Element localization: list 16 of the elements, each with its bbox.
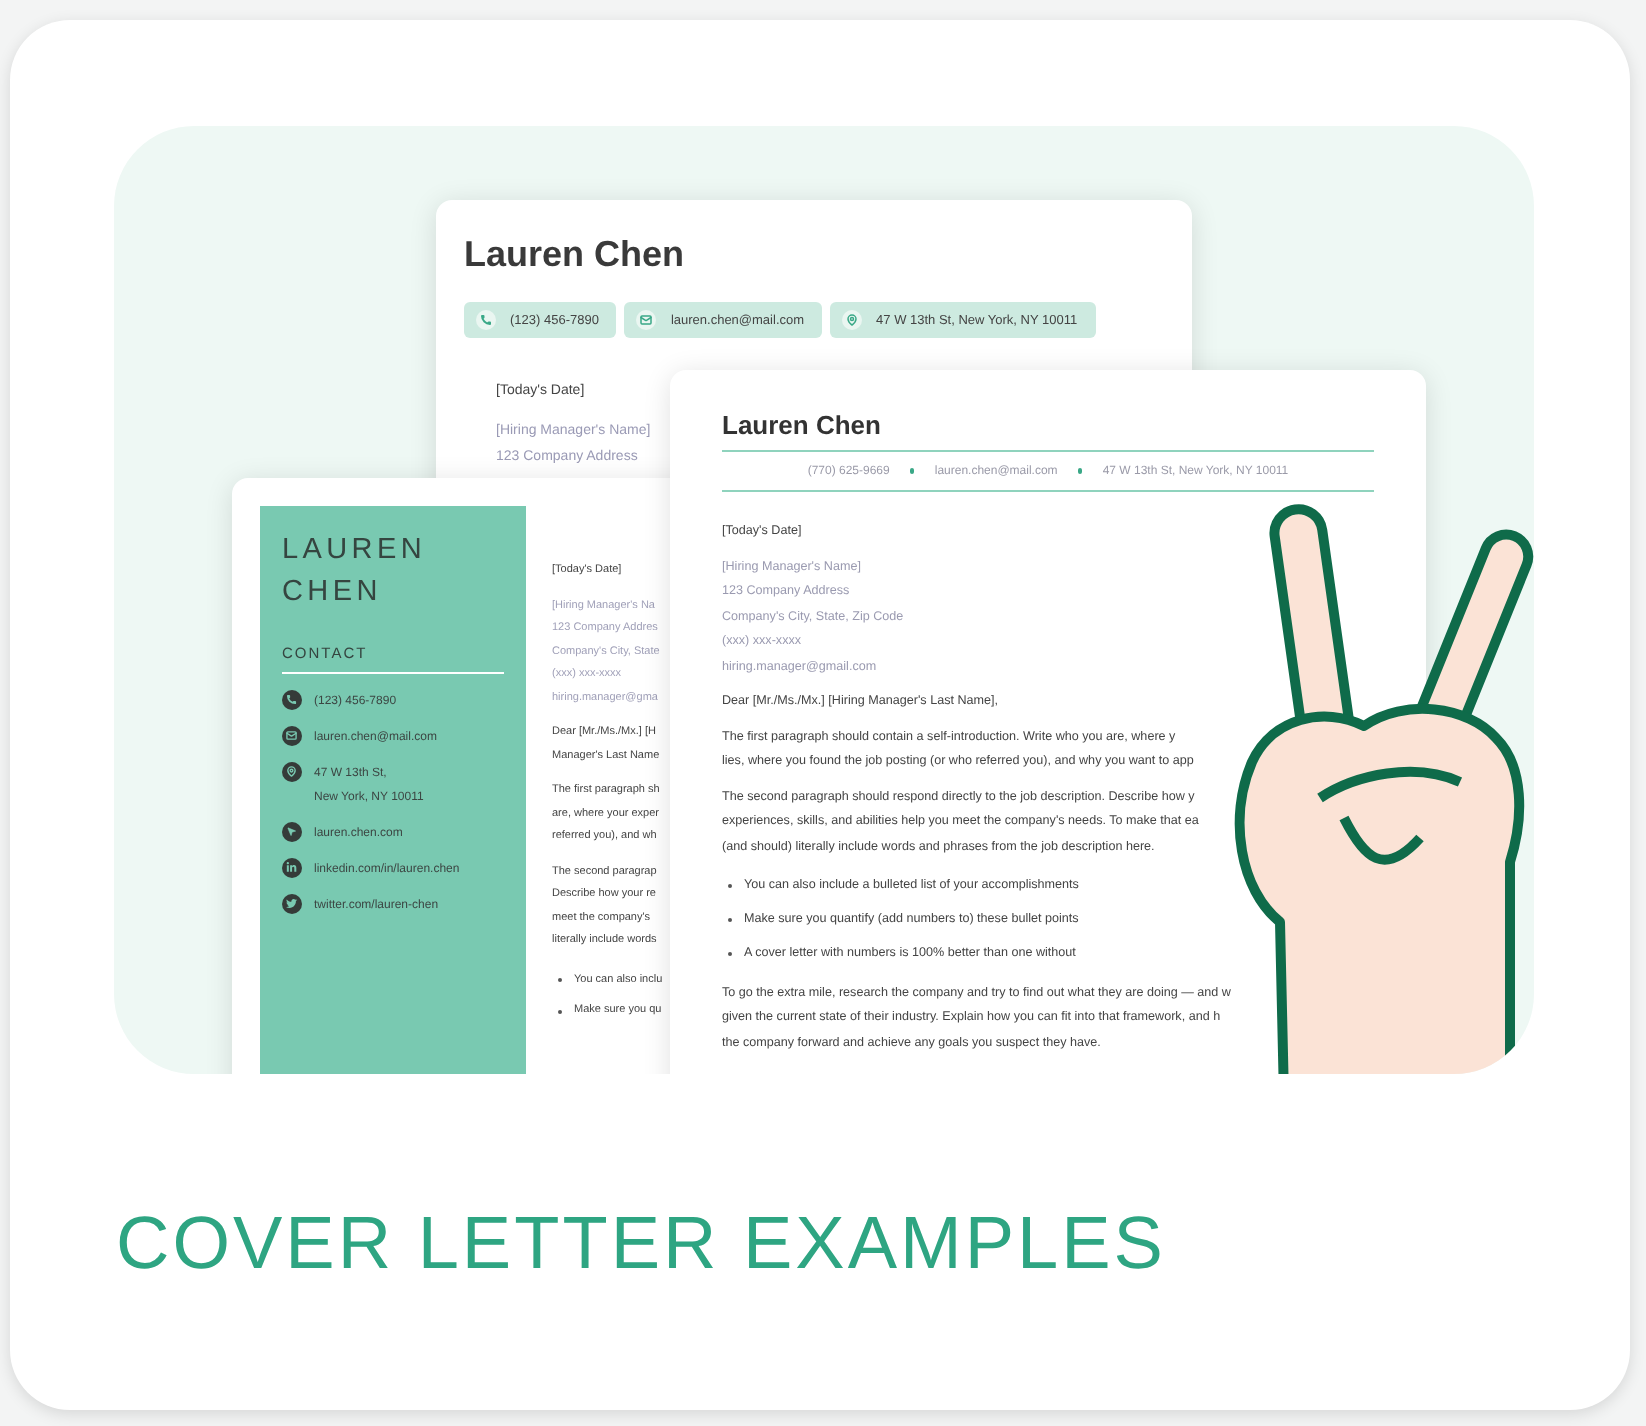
in-letters-icon (286, 862, 298, 874)
mail-icon (286, 730, 298, 742)
separator-dot-icon (909, 468, 915, 474)
phone-icon (286, 694, 298, 706)
applicant-name: Lauren Chen (464, 234, 687, 276)
applicant-name: Lauren Chen (722, 410, 883, 440)
applicant-name: CHEN (282, 574, 384, 612)
separator-dot-icon (1077, 468, 1083, 474)
phone-icon (480, 314, 492, 326)
cursor-icon (286, 826, 298, 838)
mail-icon (640, 314, 653, 326)
pin-icon (286, 766, 298, 778)
applicant-name: LAUREN (282, 532, 429, 570)
bird-icon (286, 898, 298, 910)
pin-icon (846, 314, 859, 326)
card-title[interactable]: COVER LETTER EXAMPLES (116, 1202, 1534, 1286)
